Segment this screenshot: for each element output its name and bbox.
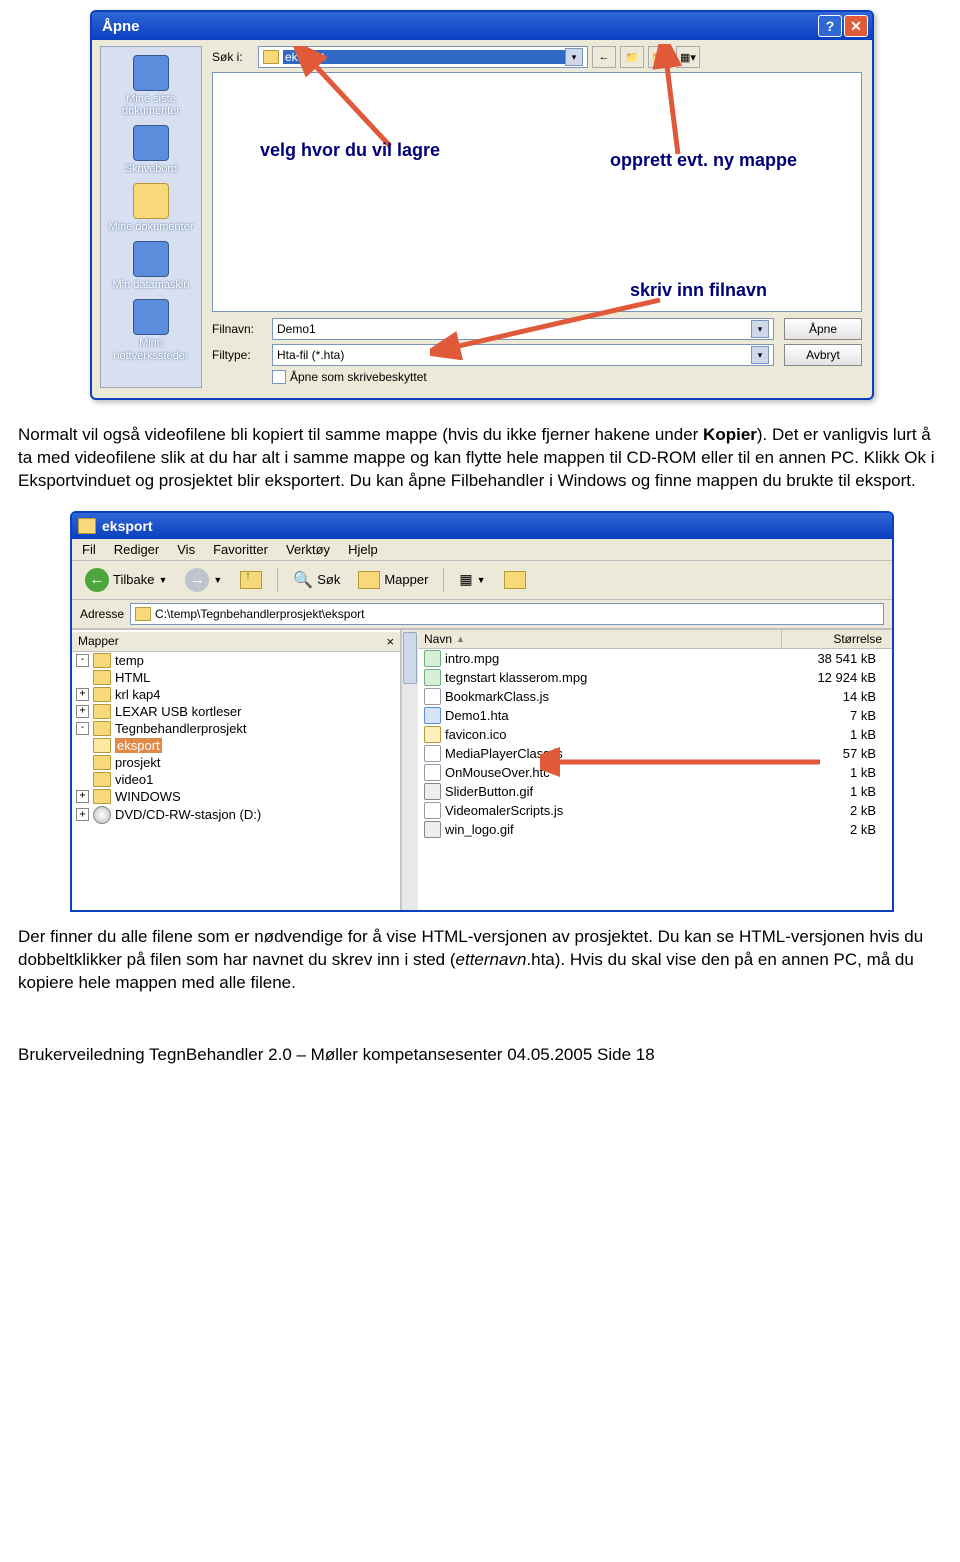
- filetype-value: Hta-fil (*.hta): [277, 348, 751, 362]
- menu-view[interactable]: Vis: [177, 542, 195, 557]
- file-row[interactable]: SliderButton.gif1 kB: [418, 782, 892, 801]
- menu-edit[interactable]: Rediger: [114, 542, 160, 557]
- filename-value: Demo1: [277, 322, 751, 336]
- cancel-button[interactable]: Avbryt: [784, 344, 862, 366]
- file-icon: [424, 764, 441, 781]
- file-icon: [424, 669, 441, 686]
- place-mycomputer[interactable]: Min datamaskin: [101, 237, 201, 295]
- tree-scrollbar[interactable]: [401, 630, 418, 910]
- tree-item[interactable]: +DVD/CD-RW-stasjon (D:): [72, 805, 400, 825]
- tree-item[interactable]: -temp: [72, 652, 400, 669]
- up-button[interactable]: ↑: [233, 568, 269, 592]
- file-area[interactable]: [212, 72, 862, 312]
- dialog-title: Åpne: [96, 18, 816, 35]
- view-menu-button[interactable]: ▦▾: [676, 46, 700, 68]
- chevron-down-icon: ▾: [751, 346, 769, 364]
- close-tree-button[interactable]: ×: [387, 634, 395, 649]
- explorer-titlebar: eksport: [72, 513, 892, 539]
- file-row[interactable]: Demo1.hta7 kB: [418, 706, 892, 725]
- tree-item[interactable]: video1: [72, 771, 400, 788]
- tree-item[interactable]: +krl kap4: [72, 686, 400, 703]
- dialog-titlebar: Åpne ? ✕: [92, 12, 872, 40]
- file-icon: [424, 802, 441, 819]
- file-row[interactable]: intro.mpg38 541 kB: [418, 649, 892, 668]
- chevron-down-icon: ▾: [565, 48, 583, 66]
- folder-icon: [78, 518, 96, 534]
- readonly-checkbox[interactable]: [272, 370, 286, 384]
- menu-tools[interactable]: Verktøy: [286, 542, 330, 557]
- search-icon: 🔍: [293, 570, 313, 590]
- filetype-dropdown[interactable]: Hta-fil (*.hta) ▾: [272, 344, 774, 366]
- filename-field[interactable]: Demo1 ▾: [272, 318, 774, 340]
- place-desktop[interactable]: Skrivebord: [101, 121, 201, 179]
- up-folder-button[interactable]: 📁: [620, 46, 644, 68]
- file-row[interactable]: tegnstart klasserom.mpg12 924 kB: [418, 668, 892, 687]
- folder-icon: [263, 50, 279, 64]
- file-icon: [424, 745, 441, 762]
- column-size[interactable]: Størrelse: [781, 630, 892, 648]
- file-row[interactable]: win_logo.gif2 kB: [418, 820, 892, 839]
- tree-item[interactable]: eksport: [72, 737, 400, 754]
- page-footer: Brukerveiledning TegnBehandler 2.0 – Møl…: [18, 1045, 942, 1065]
- address-value: C:\temp\Tegnbehandlerprosjekt\eksport: [155, 607, 364, 621]
- look-in-dropdown[interactable]: eksport ▾: [258, 46, 588, 68]
- look-in-label: Søk i:: [212, 50, 258, 64]
- file-row[interactable]: OnMouseOver.htc1 kB: [418, 763, 892, 782]
- file-row[interactable]: favicon.ico1 kB: [418, 725, 892, 744]
- place-recent[interactable]: Mine siste dokumenter: [101, 51, 201, 121]
- folder-sync-button[interactable]: [497, 568, 533, 592]
- folders-button[interactable]: Mapper: [351, 568, 435, 592]
- file-row[interactable]: BookmarkClass.js14 kB: [418, 687, 892, 706]
- address-label: Adresse: [80, 607, 124, 621]
- file-icon: [424, 707, 441, 724]
- chevron-down-icon: ▾: [751, 320, 769, 338]
- column-name[interactable]: Navn▲: [418, 630, 781, 648]
- help-button[interactable]: ?: [818, 15, 842, 37]
- file-icon: [424, 688, 441, 705]
- folder-icon: [135, 607, 151, 621]
- open-file-dialog: Åpne ? ✕ Mine siste dokumenter Skrivebor…: [90, 10, 874, 400]
- file-row[interactable]: VideomalerScripts.js2 kB: [418, 801, 892, 820]
- search-button[interactable]: 🔍Søk: [286, 567, 347, 593]
- tree-item[interactable]: -Tegnbehandlerprosjekt: [72, 720, 400, 737]
- menu-favorites[interactable]: Favoritter: [213, 542, 268, 557]
- back-button[interactable]: ←: [592, 46, 616, 68]
- file-icon: [424, 783, 441, 800]
- folder-tree: Mapper × -tempHTML+krl kap4+LEXAR USB kor…: [72, 630, 401, 910]
- body-paragraph-2: Der finner du alle filene som er nødvend…: [18, 926, 942, 995]
- tree-item[interactable]: +WINDOWS: [72, 788, 400, 805]
- look-in-value: eksport: [283, 50, 565, 64]
- readonly-label: Åpne som skrivebeskyttet: [290, 370, 427, 384]
- place-mydocs[interactable]: Mine dokumenter: [101, 179, 201, 237]
- tree-item[interactable]: prosjekt: [72, 754, 400, 771]
- forward-button[interactable]: →▼: [178, 565, 229, 595]
- tree-item[interactable]: HTML: [72, 669, 400, 686]
- filename-label: Filnavn:: [212, 322, 272, 336]
- toolbar: ←Tilbake▼ →▼ ↑ 🔍Søk Mapper ▦▼: [72, 561, 892, 600]
- new-folder-button[interactable]: 📁*: [648, 46, 672, 68]
- filetype-label: Filtype:: [212, 348, 272, 362]
- menubar: Fil Rediger Vis Favoritter Verktøy Hjelp: [72, 539, 892, 561]
- menu-help[interactable]: Hjelp: [348, 542, 378, 557]
- close-button[interactable]: ✕: [844, 15, 868, 37]
- address-bar: Adresse C:\temp\Tegnbehandlerprosjekt\ek…: [72, 600, 892, 629]
- file-row[interactable]: MediaPlayerClass.js57 kB: [418, 744, 892, 763]
- explorer-window: eksport Fil Rediger Vis Favoritter Verkt…: [70, 511, 894, 912]
- tree-item[interactable]: +LEXAR USB kortleser: [72, 703, 400, 720]
- explorer-title: eksport: [102, 518, 153, 534]
- file-icon: [424, 821, 441, 838]
- file-icon: [424, 726, 441, 743]
- views-button[interactable]: ▦▼: [452, 568, 492, 591]
- menu-file[interactable]: Fil: [82, 542, 96, 557]
- places-bar: Mine siste dokumenter Skrivebord Mine do…: [100, 46, 202, 388]
- place-network[interactable]: Mine nettverkssteder: [101, 295, 201, 365]
- tree-header: Mapper: [78, 634, 119, 649]
- file-icon: [424, 650, 441, 667]
- address-field[interactable]: C:\temp\Tegnbehandlerprosjekt\eksport: [130, 603, 884, 625]
- open-button[interactable]: Åpne: [784, 318, 862, 340]
- file-list: Navn▲ Størrelse intro.mpg38 541 kBtegnst…: [418, 630, 892, 910]
- back-button[interactable]: ←Tilbake▼: [78, 565, 174, 595]
- body-paragraph-1: Normalt vil også videofilene bli kopiert…: [18, 424, 942, 493]
